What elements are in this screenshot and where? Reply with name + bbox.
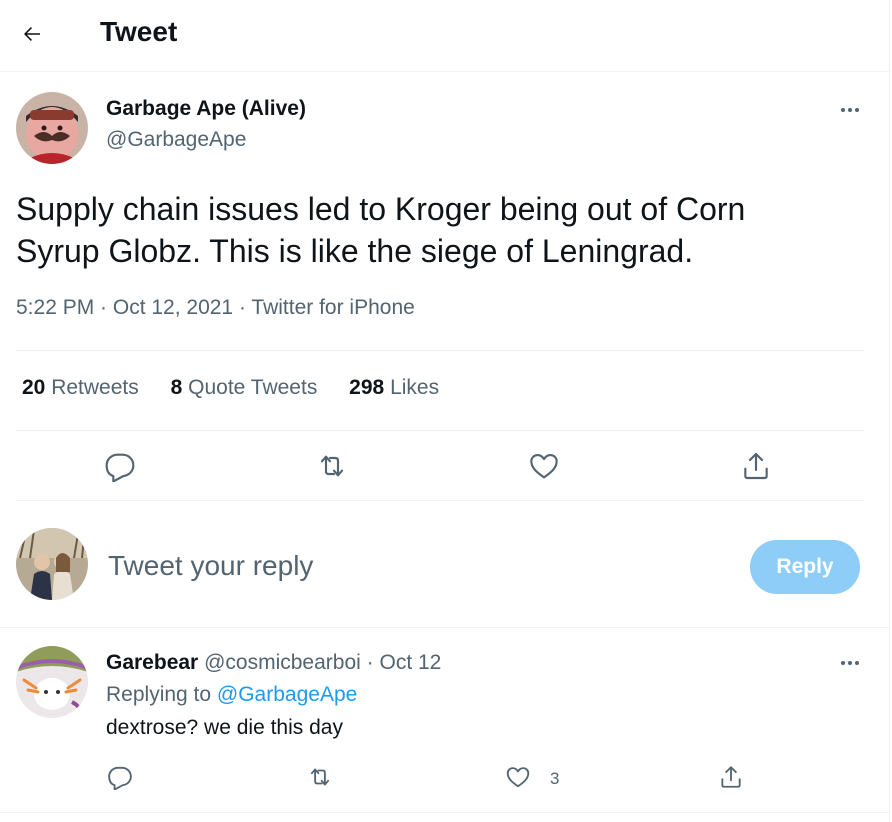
- section-divider: [0, 812, 890, 813]
- retweet-icon[interactable]: [307, 764, 333, 790]
- viewer-avatar[interactable]: [16, 528, 88, 600]
- section-divider: [0, 627, 890, 628]
- replying-to-handle[interactable]: @GarbageApe: [217, 683, 357, 706]
- tweet-text: Supply chain issues led to Kroger being …: [16, 191, 746, 269]
- tweet-stats: 20 Retweets 8 Quote Tweets 298 Likes: [22, 376, 465, 400]
- reply-header: Garebear @cosmicbearboi · Oct 12: [106, 651, 441, 675]
- page-title: Tweet: [100, 16, 178, 47]
- separator-dot: ·: [366, 651, 374, 674]
- like-icon[interactable]: [528, 450, 560, 482]
- divider: [16, 350, 864, 351]
- author-name[interactable]: Garbage Ape (Alive): [106, 97, 306, 121]
- reply-author-handle[interactable]: @cosmicbearboi: [204, 651, 361, 674]
- share-icon[interactable]: [718, 764, 744, 790]
- reply-icon[interactable]: [107, 764, 133, 790]
- retweet-icon[interactable]: [316, 450, 348, 482]
- tweet-timestamp[interactable]: 5:22 PM · Oct 12, 2021 · Twitter for iPh…: [16, 296, 415, 320]
- reply-button[interactable]: Reply: [750, 540, 860, 594]
- replying-to-label: Replying to: [106, 683, 212, 706]
- reply-author-name[interactable]: Garebear: [106, 651, 198, 674]
- page-header: Tweet: [0, 0, 890, 72]
- tweet-page: Tweet Garbage Ape (Alive) @GarbageApe Su…: [0, 0, 890, 822]
- likes-stat[interactable]: 298 Likes: [349, 376, 439, 399]
- divider: [16, 430, 864, 431]
- author-avatar[interactable]: [16, 92, 88, 164]
- like-icon[interactable]: [505, 764, 531, 790]
- reply-icon[interactable]: [104, 450, 136, 482]
- arrow-left-icon[interactable]: [20, 22, 44, 46]
- retweets-stat[interactable]: 20 Retweets: [22, 376, 139, 399]
- divider: [16, 500, 864, 501]
- more-options-icon[interactable]: [838, 98, 862, 122]
- replying-to: Replying to @GarbageApe: [106, 683, 357, 707]
- reply-author-avatar[interactable]: [16, 646, 88, 718]
- author-handle[interactable]: @GarbageApe: [106, 128, 246, 152]
- reply-date[interactable]: Oct 12: [379, 651, 441, 674]
- like-count: 3: [550, 769, 560, 788]
- reply-input[interactable]: [108, 546, 708, 586]
- share-icon[interactable]: [740, 450, 772, 482]
- quote-tweets-stat[interactable]: 8 Quote Tweets: [171, 376, 318, 399]
- more-options-icon[interactable]: [838, 651, 862, 675]
- reply-text: dextrose? we die this day: [106, 716, 343, 739]
